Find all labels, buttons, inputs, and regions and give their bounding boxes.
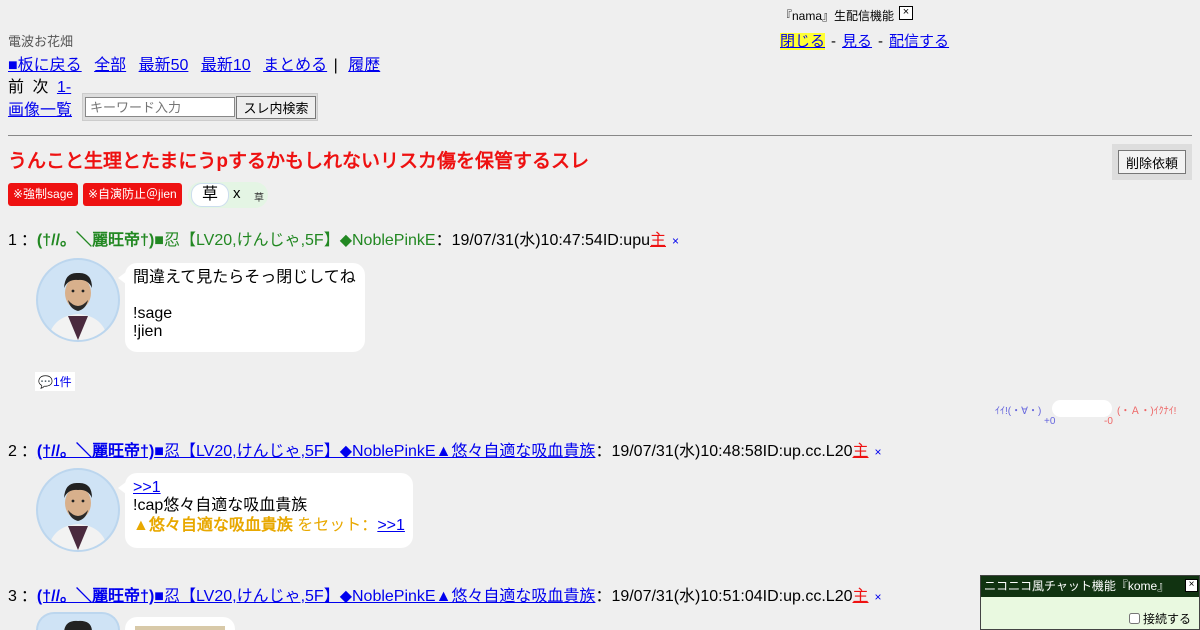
avatar-portrait-icon bbox=[64, 620, 92, 630]
ii-count: +0 bbox=[1044, 416, 1056, 427]
image-list-link[interactable]: 画像一覧 bbox=[8, 102, 72, 119]
post-body-3 bbox=[125, 617, 235, 630]
poster-name: (†//。＼麗旺帝†) bbox=[36, 232, 155, 249]
nama-title: 『nama』生配信機能 bbox=[780, 9, 895, 23]
summarize-link[interactable]: まとめる bbox=[263, 57, 327, 74]
hide-post-icon[interactable]: × bbox=[875, 445, 882, 459]
latest50-link[interactable]: 最新50 bbox=[139, 57, 189, 74]
post-date: ：19/07/31(水)10:48:58 bbox=[595, 443, 763, 460]
kome-connect-checkbox[interactable] bbox=[1128, 613, 1140, 624]
all-posts-link[interactable]: 全部 bbox=[94, 57, 126, 74]
forced-sage-badge: ※強制sage bbox=[8, 183, 79, 206]
post-id[interactable]: ID:upu bbox=[603, 232, 650, 249]
owner-mark[interactable]: 主 bbox=[853, 443, 869, 460]
kusa-x: x bbox=[233, 185, 241, 202]
post-date: ：19/07/31(水)10:47:54 bbox=[435, 232, 603, 249]
kusa-reaction: 草 x 草 bbox=[188, 182, 268, 208]
nama-links: 閉じる - 見る - 配信する bbox=[780, 30, 949, 51]
latest10-link[interactable]: 最新10 bbox=[201, 57, 251, 74]
hide-post-icon[interactable]: × bbox=[875, 590, 882, 604]
search-button[interactable]: スレ内検索 bbox=[236, 96, 316, 119]
divider bbox=[8, 135, 1192, 136]
avatar bbox=[36, 612, 120, 630]
anchor-link[interactable]: >>1 bbox=[133, 479, 161, 496]
nama-close-icon[interactable]: × bbox=[899, 6, 913, 20]
history-link[interactable]: 履歴 bbox=[348, 57, 380, 74]
avatar-portrait-icon bbox=[48, 482, 108, 550]
post-number: 3 bbox=[8, 588, 17, 605]
owner-mark[interactable]: 主 bbox=[650, 232, 666, 249]
kome-connect-label: 接続する bbox=[1142, 612, 1191, 626]
images-nav: 画像一覧 bbox=[8, 96, 72, 120]
poster-name[interactable]: (†//。＼麗旺帝†) bbox=[37, 443, 154, 460]
back-to-board-link[interactable]: ■板に戻る bbox=[8, 57, 82, 74]
post-id[interactable]: ID:up.cc.L20 bbox=[763, 588, 853, 605]
kome-connect[interactable]: 接続する bbox=[1128, 610, 1191, 627]
post-id[interactable]: ID:up.cc.L20 bbox=[763, 443, 853, 460]
cap-anchor-link[interactable]: >>1 bbox=[377, 517, 405, 534]
kusa-button[interactable]: 草 bbox=[191, 183, 229, 207]
reply-count[interactable]: 💬1件 bbox=[35, 372, 75, 391]
kome-title: ニコニコ風チャット機能『kome』 bbox=[981, 576, 1199, 597]
poster-trip[interactable]: ■忍【LV20,けんじゃ,5F】◆NoblePinkE▲悠々自適な吸血貴族 bbox=[154, 443, 595, 460]
kome-close-icon[interactable]: × bbox=[1185, 579, 1198, 592]
post-header-2: 2 ：(†//。＼麗旺帝†)■忍【LV20,けんじゃ,5F】◆NoblePinkE… bbox=[8, 437, 882, 461]
nama-dash: - bbox=[878, 33, 884, 50]
kusa-count: 草 bbox=[254, 193, 264, 204]
post-body-2: >>1 !cap悠々自適な吸血貴族 ▲悠々自適な吸血貴族 をセット：>>1 bbox=[125, 473, 413, 548]
prev-label: 前 bbox=[8, 79, 25, 96]
nama-dash: - bbox=[831, 33, 837, 50]
avatar-portrait-icon bbox=[48, 272, 108, 340]
post-line-blank bbox=[133, 287, 357, 305]
board-name: 電波お花畑 bbox=[8, 34, 74, 49]
avatar bbox=[36, 468, 120, 552]
post-number: 1 bbox=[8, 232, 17, 249]
thread-nav: ■板に戻る 全部 最新50 最新10 まとめる | 履歴 bbox=[8, 51, 388, 75]
attached-image[interactable] bbox=[135, 626, 225, 630]
cap-command: !cap悠々自適な吸血貴族 bbox=[133, 497, 308, 514]
delete-request-box: 削除依頼 bbox=[1112, 144, 1192, 180]
post-line: !sage bbox=[133, 305, 173, 322]
poster-trip: ■忍【LV20,けんじゃ,5F】◆NoblePinkE bbox=[154, 232, 436, 249]
poster-trip[interactable]: ■忍【LV20,けんじゃ,5F】◆NoblePinkE▲悠々自適な吸血貴族 bbox=[154, 588, 595, 605]
kome-chat-widget: ニコニコ風チャット機能『kome』 × 接続する bbox=[980, 575, 1200, 630]
delete-request-button[interactable]: 削除依頼 bbox=[1118, 150, 1186, 174]
owner-mark[interactable]: 主 bbox=[853, 588, 869, 605]
post-colon: ： bbox=[20, 588, 37, 605]
ikenai-button[interactable]: (・Ａ・)ｲｸﾅｲ! bbox=[1117, 402, 1176, 417]
paging-nav: 前 次 1- bbox=[8, 73, 75, 97]
thread-search: スレ内検索 bbox=[82, 93, 318, 121]
post-body-1: 間違えて見たらそっ閉じしてね !sage !jien bbox=[125, 263, 365, 352]
nama-close-link[interactable]: 閉じる bbox=[780, 33, 826, 50]
cap-set-label: をセット： bbox=[297, 517, 378, 534]
nama-broadcast-link[interactable]: 配信する bbox=[889, 33, 949, 50]
post-header-1: 1 ：(†//。＼麗旺帝†)■忍【LV20,けんじゃ,5F】◆NoblePinkE… bbox=[8, 226, 679, 250]
post-colon: ： bbox=[20, 443, 37, 460]
vote-bar bbox=[1052, 400, 1112, 417]
post-header-3: 3 ：(†//。＼麗旺帝†)■忍【LV20,けんじゃ,5F】◆NoblePinkE… bbox=[8, 582, 882, 606]
hide-post-icon[interactable]: × bbox=[672, 234, 679, 248]
ii-button[interactable]: ｲｲ!(・∀・) bbox=[995, 402, 1041, 417]
nav-separator: | bbox=[333, 57, 338, 74]
jien-badge: ※自演防止＠jien bbox=[83, 183, 182, 206]
poster-name[interactable]: (†//。＼麗旺帝†) bbox=[37, 588, 154, 605]
post-line: 間違えて見たらそっ閉じしてね bbox=[133, 269, 356, 286]
post-date: ：19/07/31(水)10:51:04 bbox=[595, 588, 763, 605]
search-input[interactable] bbox=[85, 97, 235, 117]
cap-name: ▲悠々自適な吸血貴族 bbox=[133, 517, 293, 534]
speech-bubble-icon: 💬 bbox=[38, 375, 53, 389]
ikenai-count: -0 bbox=[1104, 416, 1113, 427]
next-label: 次 bbox=[32, 79, 49, 96]
thread-title: うんこと生理とたまにうpするかもしれないリスカ傷を保管するスレ bbox=[8, 151, 590, 172]
post-colon: ： bbox=[20, 232, 37, 249]
nama-view-link[interactable]: 見る bbox=[842, 33, 872, 50]
reply-count-label[interactable]: 1件 bbox=[53, 375, 72, 389]
post-line: !jien bbox=[133, 323, 163, 340]
avatar bbox=[36, 258, 120, 342]
post-number: 2 bbox=[8, 443, 17, 460]
range-link[interactable]: 1- bbox=[57, 79, 71, 96]
